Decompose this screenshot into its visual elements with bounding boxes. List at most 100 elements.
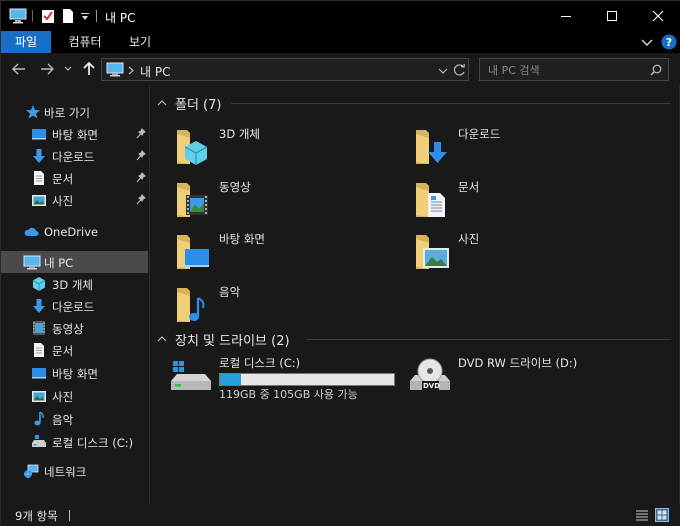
drive-label: 로컬 디스크 (C:) (219, 356, 301, 370)
folder-label: 사진 (458, 232, 480, 246)
sidebar-label: 바탕 화면 (52, 367, 98, 381)
window-title: 내 PC (105, 11, 136, 25)
sidebar-item-3d-objects[interactable]: 3D 개체 (1, 273, 148, 295)
maximize-button[interactable] (589, 1, 635, 31)
sidebar-label: 동영상 (52, 322, 84, 336)
status-separator (69, 510, 70, 521)
desktop-icon (32, 129, 46, 140)
search-box[interactable] (479, 58, 669, 81)
up-arrow-icon (83, 62, 95, 75)
sidebar-item-pictures-pinned[interactable]: 사진 (1, 189, 148, 211)
refresh-icon[interactable] (453, 63, 466, 77)
maximize-icon (607, 11, 617, 21)
new-folder-icon[interactable] (62, 8, 74, 24)
sidebar-item-documents-pinned[interactable]: 문서 (1, 167, 148, 189)
group-divider (307, 339, 671, 340)
drive-label: DVD RW 드라이브 (D:) (458, 356, 578, 370)
folder-item-pictures[interactable]: 사진 (390, 227, 610, 273)
sidebar-label: 사진 (52, 194, 74, 208)
breadcrumb-chevron-icon[interactable] (128, 66, 134, 75)
tab-view[interactable]: 보기 (119, 31, 161, 53)
forward-button[interactable] (38, 60, 56, 78)
address-history-chevron-icon[interactable] (438, 67, 448, 75)
search-input[interactable] (488, 62, 638, 78)
sidebar-item-onedrive[interactable]: OneDrive (1, 221, 148, 243)
sidebar-item-videos[interactable]: 동영상 (1, 317, 148, 339)
help-icon[interactable]: ? (661, 34, 677, 50)
tab-file[interactable]: 파일 (1, 31, 51, 53)
folder-item-desktop[interactable]: 바탕 화면 (151, 227, 371, 273)
sidebar-label: 바탕 화면 (52, 128, 98, 142)
sidebar-item-pictures[interactable]: 사진 (1, 385, 148, 407)
back-button[interactable] (10, 60, 28, 78)
minimize-button[interactable] (543, 1, 589, 31)
group-header-drives[interactable]: 장치 및 드라이브 (2) (157, 329, 290, 349)
folder-item-3d-objects[interactable]: 3D 개체 (151, 122, 371, 168)
properties-icon[interactable] (41, 8, 55, 24)
sidebar-label: 바로 가기 (44, 106, 90, 120)
folder-item-documents[interactable]: 문서 (390, 175, 610, 221)
drive-free-space: 119GB 중 105GB 사용 가능 (219, 388, 358, 401)
sidebar-item-desktop-pinned[interactable]: 바탕 화면 (1, 123, 148, 145)
sidebar-item-desktop[interactable]: 바탕 화면 (1, 362, 148, 384)
breadcrumb-this-pc[interactable]: 내 PC (140, 63, 170, 80)
ribbon-expand-chevron-icon[interactable] (641, 37, 653, 47)
folder-label: 3D 개체 (219, 127, 260, 141)
title-separator (96, 10, 97, 22)
close-button[interactable] (635, 1, 680, 31)
picture-icon (32, 195, 46, 206)
sidebar-item-downloads[interactable]: 다운로드 (1, 295, 148, 317)
folder-item-downloads[interactable]: 다운로드 (390, 122, 610, 168)
recent-locations-button[interactable] (62, 60, 74, 78)
sidebar-item-documents[interactable]: 문서 (1, 339, 148, 361)
folder-label: 문서 (458, 180, 480, 194)
drive-item-local-disk-c[interactable]: 로컬 디스크 (C:) 119GB 중 105GB 사용 가능 (151, 351, 401, 401)
details-view-icon[interactable] (635, 508, 649, 522)
folder-item-videos[interactable]: 동영상 (151, 175, 371, 221)
3d-objects-folder-icon (177, 130, 208, 165)
pin-icon[interactable] (136, 172, 146, 183)
group-header-folders[interactable]: 폴더 (7) (157, 93, 221, 113)
address-bar[interactable]: 내 PC (101, 58, 469, 81)
ribbon-tabs: 파일 컴퓨터 보기 ? (1, 31, 680, 53)
folder-label: 음악 (219, 285, 241, 299)
status-bar: 9개 항목 (1, 504, 680, 526)
drive-item-dvd-rw-d[interactable]: DVD DVD RW 드라이브 (D:) (390, 351, 630, 401)
sidebar-item-local-disk[interactable]: 로컬 디스크 (C:) (1, 431, 148, 453)
customize-quick-access-icon[interactable] (80, 12, 90, 22)
computer-icon (23, 255, 41, 270)
download-icon (33, 299, 45, 313)
sidebar-label: OneDrive (44, 225, 99, 239)
download-icon (33, 149, 45, 163)
large-icons-view-icon[interactable] (655, 508, 669, 522)
collapse-chevron-icon (157, 100, 167, 106)
sidebar-label: 네트워크 (44, 465, 87, 479)
search-icon[interactable] (650, 64, 662, 76)
up-button[interactable] (80, 60, 98, 78)
navigation-pane: 바로 가기 바탕 화면 다운로드 문서 사진 OneDrive 내 PC 3D … (1, 86, 150, 504)
sidebar-item-network[interactable]: 네트워크 (1, 460, 148, 482)
content-pane: 폴더 (7) 3D 개체 다운로드 동영상 문서 바탕 화면 사진 음악 장치 … (151, 86, 679, 504)
pin-icon[interactable] (136, 194, 146, 205)
tab-computer[interactable]: 컴퓨터 (57, 31, 113, 53)
sidebar-item-music[interactable]: 음악 (1, 408, 148, 430)
folder-item-music[interactable]: 음악 (151, 280, 371, 326)
pin-icon[interactable] (136, 128, 146, 139)
sidebar-item-this-pc[interactable]: 내 PC (1, 251, 148, 273)
file-explorer-window: 내 PC 파일 컴퓨터 보기 ? 내 PC 내 PC 검색 바로 가기 바탕 화… (0, 0, 680, 526)
dvd-badge: DVD (423, 382, 441, 390)
videos-folder-icon (177, 183, 208, 217)
pin-icon[interactable] (136, 150, 146, 161)
sidebar-item-quick-access[interactable]: 바로 가기 (1, 101, 148, 123)
drive-usage-fill (220, 374, 241, 385)
drive-usage-bar (219, 373, 395, 386)
pictures-folder-icon (416, 235, 449, 269)
sidebar-item-downloads-pinned[interactable]: 다운로드 (1, 145, 148, 167)
navigation-bar: 내 PC (1, 53, 680, 85)
chevron-down-icon (64, 66, 72, 71)
downloads-folder-icon (416, 130, 447, 164)
sidebar-label: 내 PC (44, 256, 74, 270)
computer-icon[interactable] (9, 8, 27, 24)
document-icon (34, 343, 44, 357)
folder-label: 바탕 화면 (219, 232, 265, 246)
